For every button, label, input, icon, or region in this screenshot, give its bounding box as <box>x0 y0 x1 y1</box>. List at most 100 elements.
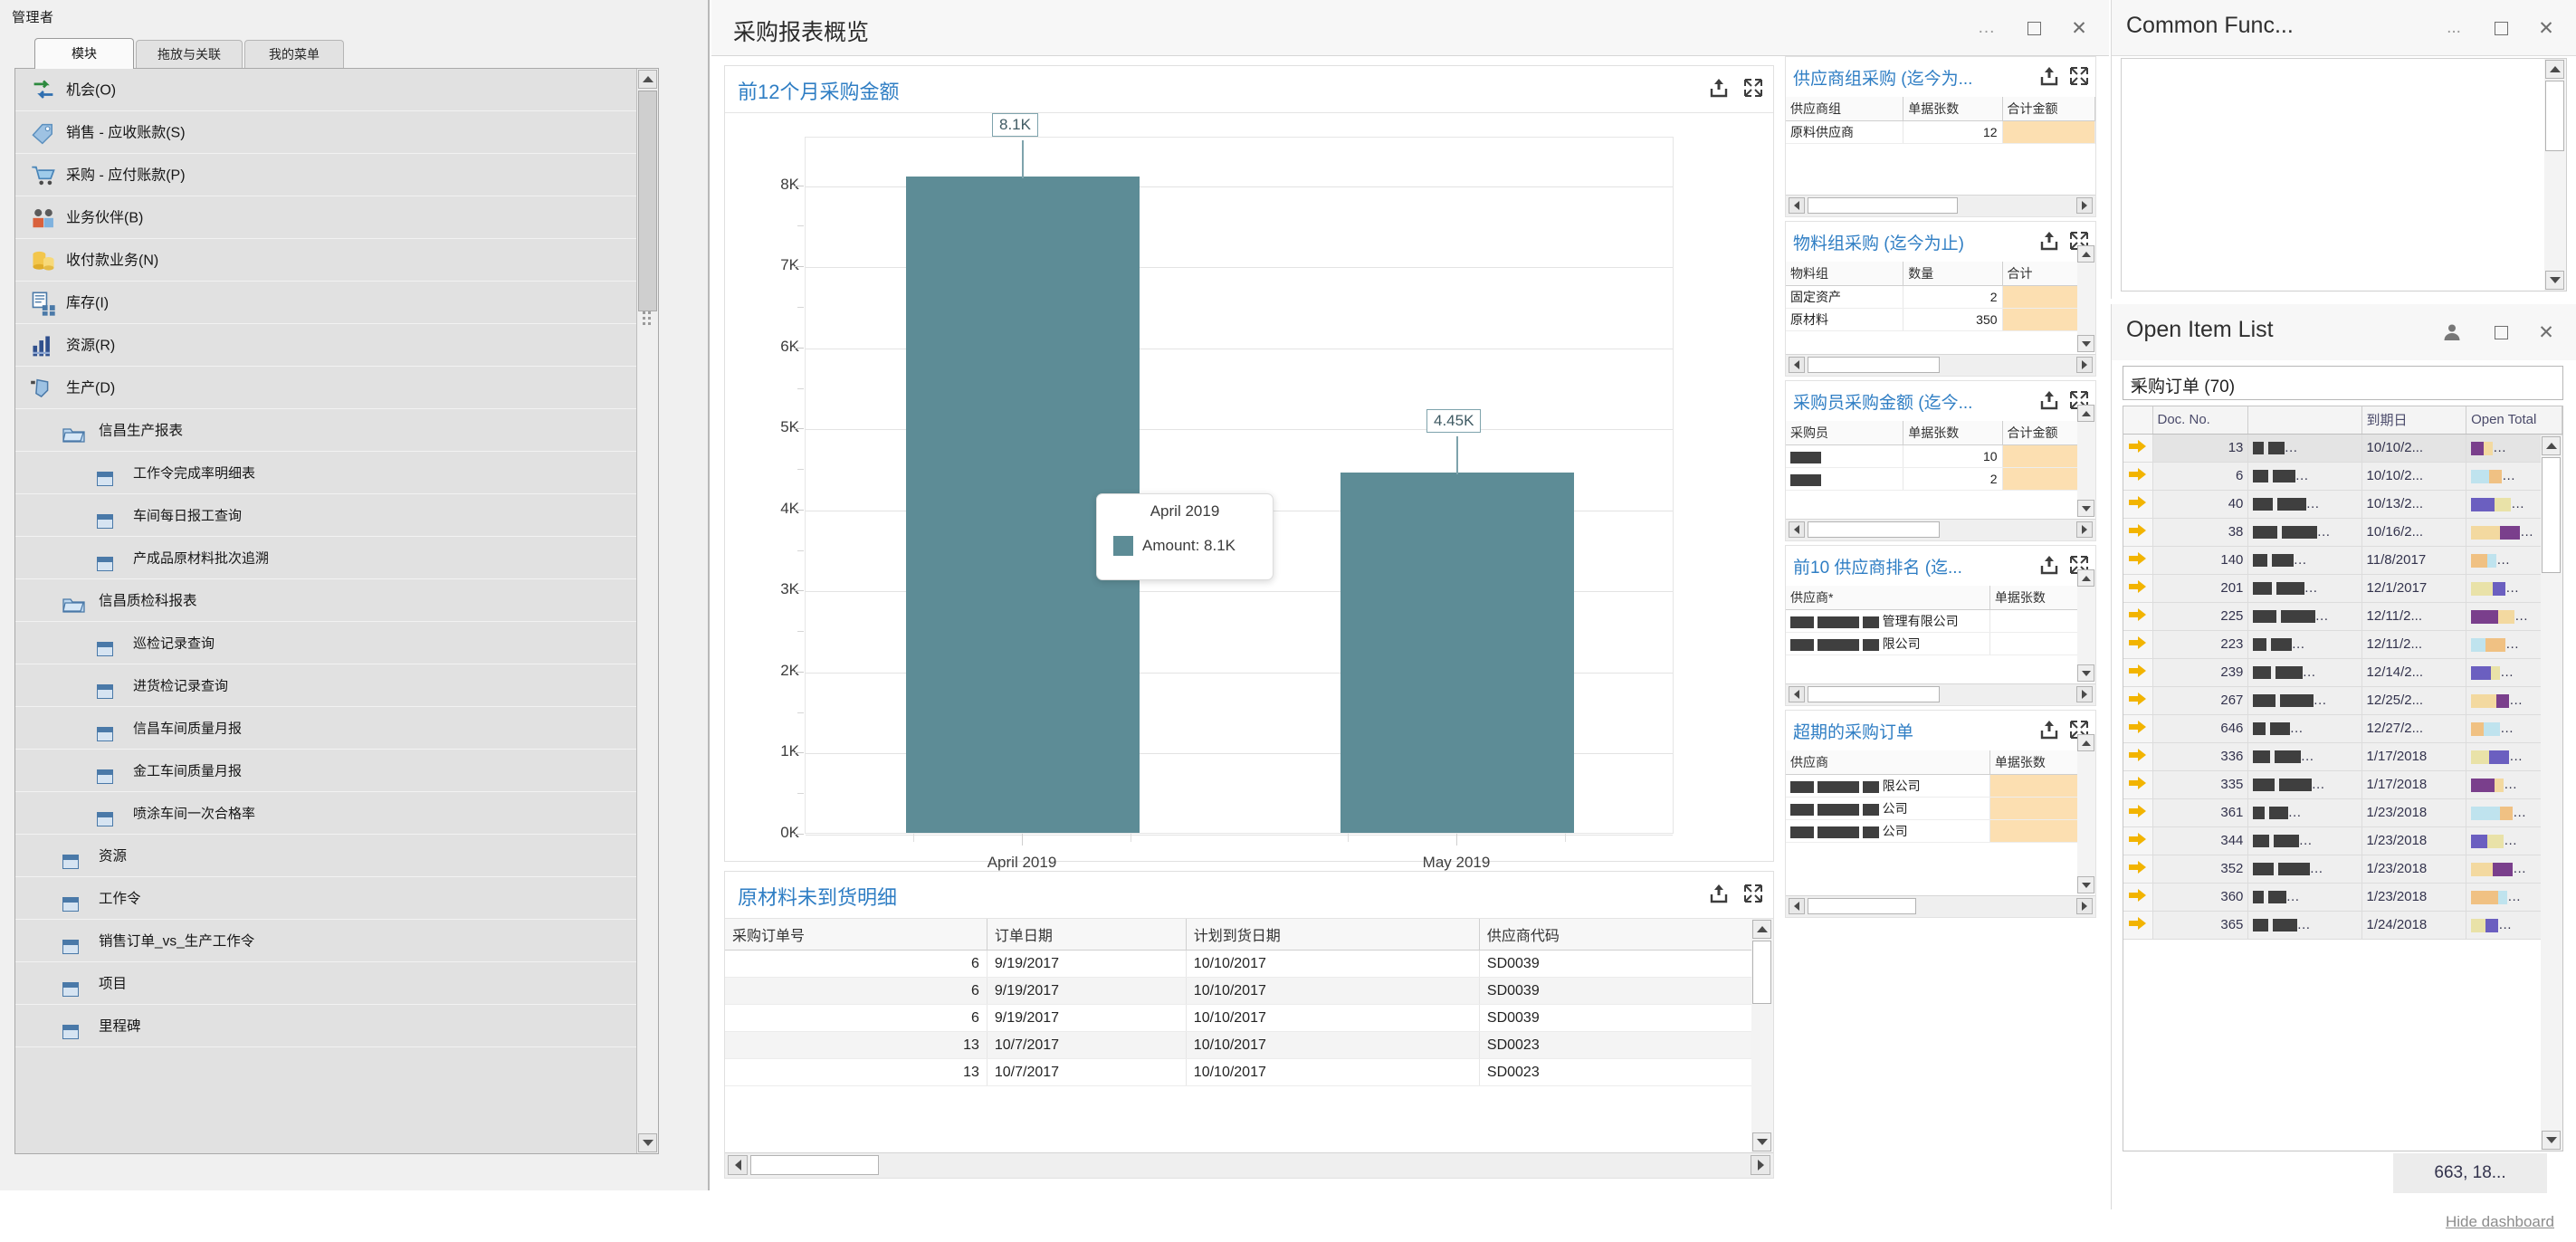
scroll-down-icon[interactable] <box>2077 876 2094 893</box>
widget-hscrollbar[interactable] <box>1786 354 2095 376</box>
table-row[interactable]: 固定资产 2 <box>1786 285 2096 309</box>
widget-hscrollbar[interactable] <box>1786 895 2095 917</box>
raw-material-vscrollbar[interactable] <box>1751 919 1773 1152</box>
export-icon[interactable] <box>1708 883 1730 904</box>
expand-icon[interactable] <box>1742 883 1764 904</box>
column-header[interactable]: 供应商 <box>1786 750 1990 775</box>
scroll-right-icon[interactable] <box>1751 1155 1770 1175</box>
scroll-down-icon[interactable] <box>2077 335 2094 352</box>
scroll-left-icon[interactable] <box>1789 686 1805 702</box>
scroll-up-icon[interactable] <box>2542 436 2561 455</box>
row-arrow-cell[interactable] <box>2123 462 2153 491</box>
tree-item-15[interactable]: 信昌车间质量月报 <box>15 707 658 750</box>
table-row[interactable]: 365 … 1/24/2018… <box>2123 911 2562 940</box>
export-icon[interactable] <box>1708 77 1730 99</box>
close-icon[interactable]: ✕ <box>2531 13 2562 43</box>
tab-drag-relate[interactable]: 拖放与关联 <box>136 40 243 69</box>
widget-vscrollbar[interactable] <box>2077 405 2095 517</box>
scroll-thumb[interactable] <box>750 1155 879 1175</box>
table-row[interactable]: 239 … 12/14/2...… <box>2123 658 2562 687</box>
table-row[interactable]: 225 … 12/11/2...… <box>2123 602 2562 631</box>
table-row[interactable]: 646 … 12/27/2...… <box>2123 714 2562 743</box>
column-header[interactable]: 单据张数 <box>1903 97 2003 121</box>
column-header[interactable]: 供应商代码 <box>1479 919 1773 951</box>
column-header[interactable]: 合计金额 <box>2002 97 2096 121</box>
scroll-down-icon[interactable] <box>2077 500 2094 517</box>
tab-my-menu[interactable]: 我的菜单 <box>244 40 344 69</box>
table-row[interactable]: 336 … 1/17/2018… <box>2123 742 2562 771</box>
tree-item-14[interactable]: 进货检记录查询 <box>15 664 658 707</box>
chart-bar[interactable] <box>1340 472 1574 833</box>
table-row[interactable]: 6 … 10/10/2...… <box>2123 462 2562 491</box>
scroll-down-icon[interactable] <box>2077 664 2094 682</box>
tree-item-6[interactable]: 资源(R) <box>15 324 658 367</box>
table-row[interactable]: 限公司 <box>1786 632 2096 655</box>
scroll-left-icon[interactable] <box>1789 521 1805 538</box>
tree-item-8[interactable]: 信昌生产报表 <box>15 409 658 452</box>
table-row[interactable]: 原料供应商 12 <box>1786 120 2096 144</box>
column-header[interactable]: 单据张数 <box>1903 421 2003 445</box>
scroll-thumb[interactable] <box>1808 357 1940 373</box>
column-header[interactable]: 物料组 <box>1786 262 1904 286</box>
chart-canvas[interactable]: 8.1K 4.45K <box>805 112 1674 836</box>
tree-item-9[interactable]: 工作令完成率明细表 <box>15 452 658 494</box>
widget-hscrollbar[interactable] <box>1786 683 2095 705</box>
scroll-thumb[interactable] <box>2542 457 2561 573</box>
column-header[interactable]: 采购订单号 <box>725 919 987 951</box>
row-arrow-cell[interactable] <box>2123 883 2153 912</box>
widget-hscrollbar[interactable] <box>1786 519 2095 540</box>
row-arrow-cell[interactable] <box>2123 434 2153 463</box>
more-options-button[interactable]: ... <box>1971 13 2002 43</box>
common-functions-scrollbar[interactable] <box>2544 59 2566 291</box>
widget-vscrollbar[interactable] <box>2077 734 2095 893</box>
table-row[interactable]: 13 10/7/2017 10/10/2017 SD0023 <box>725 1058 1773 1086</box>
user-icon[interactable] <box>2437 317 2467 348</box>
column-header[interactable]: Open Total <box>2466 406 2562 435</box>
tree-item-19[interactable]: 工作令 <box>15 877 658 920</box>
scroll-up-icon[interactable] <box>2077 405 2094 422</box>
tree-item-18[interactable]: 资源 <box>15 835 658 877</box>
scroll-down-icon[interactable] <box>1752 1132 1771 1151</box>
scroll-down-icon[interactable] <box>2545 271 2564 290</box>
table-row[interactable]: 344 … 1/23/2018… <box>2123 826 2562 855</box>
scroll-down-icon[interactable] <box>2542 1131 2561 1150</box>
modules-tree-scrollbar[interactable] <box>636 69 658 1153</box>
scroll-left-icon[interactable] <box>1789 357 1805 373</box>
widget-vscrollbar[interactable] <box>2077 245 2095 352</box>
table-row[interactable]: 140 … 11/8/2017… <box>2123 546 2562 575</box>
table-row[interactable]: 限公司 <box>1786 774 2096 798</box>
table-row[interactable]: 352 … 1/23/2018… <box>2123 855 2562 884</box>
close-icon[interactable]: ✕ <box>2531 317 2562 348</box>
tree-item-22[interactable]: 里程碑 <box>15 1005 658 1047</box>
scroll-right-icon[interactable] <box>2076 521 2093 538</box>
open-item-scrollbar[interactable] <box>2541 435 2562 1151</box>
tree-item-0[interactable]: 机会(O) <box>15 69 658 111</box>
table-row[interactable]: 10 <box>1786 444 2096 468</box>
column-header[interactable]: 数量 <box>1903 262 2003 286</box>
tree-item-12[interactable]: 信昌质检科报表 <box>15 579 658 622</box>
export-icon[interactable] <box>2038 389 2060 411</box>
row-arrow-cell[interactable] <box>2123 546 2153 575</box>
scroll-down-icon[interactable] <box>638 1133 657 1152</box>
table-row[interactable]: 201 … 12/1/2017… <box>2123 574 2562 603</box>
export-icon[interactable] <box>2038 554 2060 576</box>
scroll-thumb[interactable] <box>1808 197 1958 214</box>
column-header[interactable]: 供应商组 <box>1786 97 1904 121</box>
column-header[interactable]: 采购员 <box>1786 421 1904 445</box>
table-row[interactable]: 6 9/19/2017 10/10/2017 SD0039 <box>725 1004 1773 1032</box>
row-arrow-cell[interactable] <box>2123 714 2153 743</box>
scroll-thumb[interactable] <box>638 91 657 311</box>
column-header[interactable]: 供应商* <box>1786 586 1990 610</box>
open-item-filter-select[interactable]: 采购订单 (70) <box>2123 366 2563 400</box>
row-arrow-cell[interactable] <box>2123 798 2153 827</box>
table-row[interactable]: 38 … 10/16/2...… <box>2123 518 2562 547</box>
scroll-thumb[interactable] <box>1808 686 1940 702</box>
expand-icon[interactable] <box>2068 65 2090 87</box>
scroll-right-icon[interactable] <box>2076 686 2093 702</box>
scroll-up-icon[interactable] <box>2077 734 2094 751</box>
tree-item-7[interactable]: 生产(D) <box>15 367 658 409</box>
hide-dashboard-link[interactable]: Hide dashboard <box>2446 1213 2554 1231</box>
widget-vscrollbar[interactable] <box>2077 569 2095 682</box>
row-arrow-cell[interactable] <box>2123 855 2153 884</box>
row-arrow-cell[interactable] <box>2123 658 2153 687</box>
